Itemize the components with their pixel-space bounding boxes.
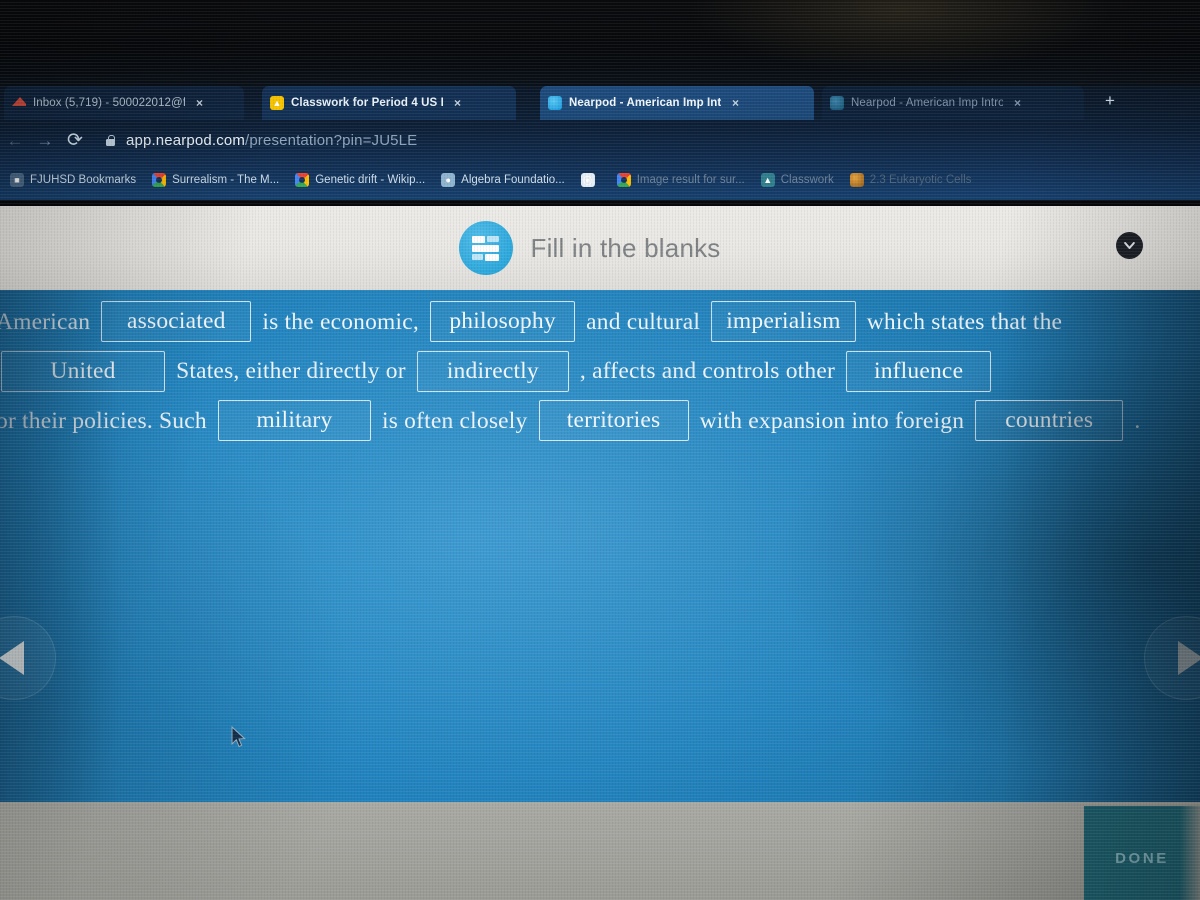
classroom-icon: ▲: [270, 96, 284, 110]
blank-field[interactable]: indirectly: [416, 350, 569, 392]
back-icon[interactable]: ←: [0, 132, 30, 149]
sentence-text: is the economic,: [262, 308, 419, 335]
screen-photo: Inbox (5,719) - 500022012@fju × ▲ Classw…: [0, 0, 1200, 900]
sentence-text: with expansion into foreign: [699, 407, 965, 434]
browser-tab-inbox[interactable]: Inbox (5,719) - 500022012@fju ×: [4, 86, 244, 120]
gmail-icon: [12, 96, 26, 110]
close-icon[interactable]: ×: [1014, 96, 1021, 110]
url-host: app.nearpod.com: [126, 131, 245, 149]
nearpod-page: Fill in the blanks American associated i…: [0, 200, 1200, 900]
folder-icon: ■: [10, 173, 24, 187]
blank-field[interactable]: associated: [101, 301, 252, 343]
url-path: /presentation?pin=JU5LE: [245, 131, 418, 149]
reload-icon[interactable]: ⟳: [60, 131, 90, 150]
bookmark-image-result[interactable]: Image result for sur...: [609, 173, 753, 187]
bookmark-swirl[interactable]: ⦿: [573, 173, 609, 187]
mouse-cursor: [231, 725, 247, 750]
forward-icon[interactable]: →: [30, 132, 60, 149]
bookmark-label: 2.3 Eukaryotic Cells: [869, 174, 972, 186]
tab-strip: Inbox (5,719) - 500022012@fju × ▲ Classw…: [0, 84, 1200, 120]
cells-icon: [849, 173, 864, 187]
bookmark-fjuhsd[interactable]: ■ FJUHSD Bookmarks: [2, 173, 144, 187]
bookmark-surrealism[interactable]: Surrealism - The M...: [144, 173, 287, 187]
fill-in-the-blanks-icon: [459, 221, 514, 275]
address-bar-url[interactable]: app.nearpod.com/presentation?pin=JU5LE: [126, 132, 417, 149]
sentence-text: is often closely: [382, 407, 528, 434]
classwork-icon: ▲: [760, 173, 775, 187]
blank-field[interactable]: imperialism: [711, 301, 856, 343]
bookmark-algebra[interactable]: ● Algebra Foundatio...: [433, 173, 573, 187]
tab-title: Nearpod - American Imp Introd: [851, 97, 1003, 109]
google-icon: [295, 173, 310, 187]
swirl-icon: ⦿: [580, 173, 595, 187]
bookmark-label: Surrealism - The M...: [172, 174, 280, 186]
activity-header: Fill in the blanks: [0, 206, 1200, 290]
blank-field[interactable]: territories: [538, 400, 689, 442]
done-button-label: DONE: [1115, 850, 1169, 867]
bookmark-label: Image result for sur...: [636, 174, 745, 186]
blank-field[interactable]: military: [217, 400, 371, 442]
bookmark-label: Algebra Foundatio...: [461, 174, 565, 186]
sentence-text: States, either directly or: [176, 358, 406, 385]
person-icon: ●: [441, 173, 456, 187]
bookmark-label: Genetic drift - Wikip...: [315, 174, 426, 186]
browser-tab-nearpod-second[interactable]: Nearpod - American Imp Introd ×: [822, 86, 1084, 120]
address-bar-row: ← → ⟳ app.nearpod.com/presentation?pin=J…: [0, 120, 1200, 160]
bookmark-label: FJUHSD Bookmarks: [30, 174, 137, 186]
activity-title: Fill in the blanks: [530, 232, 721, 263]
bookmarks-bar: ■ FJUHSD Bookmarks Surrealism - The M...…: [0, 160, 1200, 200]
bookmark-genetic-drift[interactable]: Genetic drift - Wikip...: [287, 173, 433, 187]
bookmark-classwork[interactable]: ▲ Classwork: [753, 173, 842, 187]
sentence-text: , affects and controls other: [579, 358, 836, 385]
tab-title: Inbox (5,719) - 500022012@fju: [33, 97, 185, 109]
close-icon[interactable]: ×: [454, 96, 461, 110]
nearpod-icon: [548, 96, 562, 110]
monitor-bezel: [0, 0, 1200, 86]
close-icon[interactable]: ×: [732, 96, 739, 110]
browser-tab-classwork[interactable]: ▲ Classwork for Period 4 US Hist ×: [262, 86, 516, 120]
arrow-left-icon: [0, 641, 24, 675]
close-icon[interactable]: ×: [196, 96, 203, 110]
blank-field[interactable]: philosophy: [430, 301, 576, 343]
bookmark-eukaryotic-cells[interactable]: 2.3 Eukaryotic Cells: [842, 173, 980, 187]
google-icon: [152, 173, 167, 187]
new-tab-button[interactable]: +: [1105, 92, 1115, 109]
slide-canvas: American associated is the economic, phi…: [0, 290, 1200, 802]
arrow-right-icon: [1177, 641, 1200, 675]
bookmark-label: Classwork: [780, 174, 834, 186]
tab-title: Classwork for Period 4 US Hist: [291, 97, 443, 109]
tab-title: Nearpod - American Imp Introd: [569, 97, 721, 109]
browser-tab-nearpod-active[interactable]: Nearpod - American Imp Introd ×: [540, 86, 814, 120]
google-icon: [616, 173, 631, 187]
browser-chrome: Inbox (5,719) - 500022012@fju × ▲ Classw…: [0, 84, 1200, 200]
chevron-down-icon[interactable]: [1116, 232, 1143, 259]
page-footer: [0, 802, 1200, 900]
sentence-text: and cultural: [586, 308, 701, 335]
lock-icon: [104, 134, 117, 147]
nearpod-icon: [830, 96, 844, 110]
blank-field[interactable]: influence: [846, 350, 992, 392]
